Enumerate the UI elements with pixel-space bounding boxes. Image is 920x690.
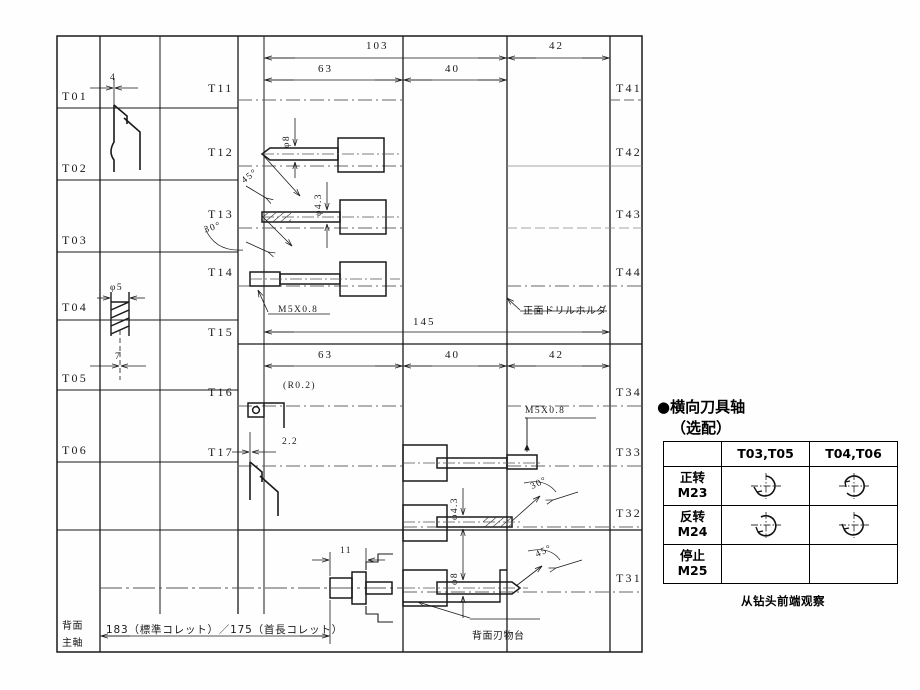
bullet-icon: ● [657,398,671,416]
row-label-stop-m25: 停止 M25 [662,543,723,584]
tool-label-t44: T44 [616,265,642,279]
tool-label-t11: T11 [208,81,234,95]
annotation-thread-m5-top: M5X0.8 [278,305,319,315]
row-label-forward-cn: 正转 [680,470,706,486]
option-table-title-text: 横向刀具轴 [670,398,746,416]
tool-label-t01: T01 [62,89,88,103]
table-row-forward: 正转 M23 [662,465,898,506]
tool-label-t42: T42 [616,145,642,159]
option-table-title: ●横向刀具轴 [657,398,909,417]
tool-label-t15: T15 [208,325,234,339]
dimension-103: 103 [366,40,389,52]
tool-label-t43: T43 [616,207,642,221]
drawing-page: T01 T02 T03 T04 T05 T06 T11 T12 T13 T14 … [0,0,920,690]
annotation-rear-spindle-line1: 背面 [62,621,83,632]
tool-label-t02: T02 [62,161,88,175]
rotation-cw-left-icon [809,465,898,506]
tool-label-t12: T12 [208,145,234,159]
table-header-row: T03,T05 T04,T06 [662,440,898,467]
annotation-phi4-3-top: φ4.3 [314,193,324,216]
table-cell-stop-t03-t05 [721,543,811,584]
row-label-forward-m23: 正转 M23 [662,465,723,506]
tool-label-t05: T05 [62,371,88,385]
option-table-subtitle: （选配） [671,418,732,437]
row-label-stop-code: M25 [677,562,708,578]
annotation-rear-tool-post: 背面刃物台 [472,631,525,642]
annotation-front-drill-holder: 正面ドリルホルダ [523,306,607,317]
tool-label-t16: T16 [208,385,234,399]
dimension-phi5: φ5 [110,283,124,293]
table-column-header-t03-t05: T03,T05 [721,440,811,467]
dimension-2-2: 2.2 [282,437,299,447]
row-label-forward-code: M23 [677,484,708,500]
row-label-reverse-m24: 反转 M24 [662,504,723,545]
dimension-11: 11 [340,546,352,556]
dimension-40-bot: 40 [445,349,460,361]
dimension-42-bot: 42 [549,349,564,361]
dimension-145: 145 [413,316,436,328]
table-column-header-t04-t06: T04,T06 [809,440,898,467]
radius-r0-2: (R0.2) [283,381,316,391]
tool-label-t03: T03 [62,233,88,247]
tool-label-t32: T32 [616,506,642,520]
dimension-7: 7 [115,352,122,362]
tool-label-t33: T33 [616,445,642,459]
annotation-rear-spindle-line2: 主軸 [62,638,83,649]
table-row-stop: 停止 M25 [662,543,898,584]
annotation-phi4-3-bot: φ4.3 [450,497,460,520]
tool-label-t14: T14 [208,265,234,279]
row-label-reverse-cn: 反转 [680,509,706,525]
tool-label-t06: T06 [62,443,88,457]
table-corner-cell [662,440,723,467]
tool-label-t34: T34 [616,385,642,399]
dimension-40-top: 40 [445,63,460,75]
option-table-panel: ●横向刀具轴 （选配） T03,T05 T04,T06 正转 M23 反转 M2… [657,398,909,609]
tool-label-t04: T04 [62,300,88,314]
dimension-63-top: 63 [318,63,333,75]
annotation-phi8-top: φ8 [282,134,292,148]
dimension-4: 4 [110,73,117,83]
tool-label-t31: T31 [616,571,642,585]
tool-label-t13: T13 [208,207,234,221]
dimension-63-bot: 63 [318,349,333,361]
rotation-ccw-alt-icon [809,504,898,545]
annotation-collet-note: 183（標準コレット）／175（首長コレット） [106,624,343,636]
table-cell-stop-t04-t06 [809,543,898,584]
option-table-caption: 从钻头前端观察 [741,593,825,608]
tool-label-t17: T17 [208,445,234,459]
rotation-direction-table: T03,T05 T04,T06 正转 M23 反转 M24 停止 M25 [662,440,898,584]
rotation-cw-small-icon [721,504,811,545]
tool-label-t41: T41 [616,81,642,95]
row-label-reverse-code: M24 [677,523,708,539]
annotation-thread-m5-bot: M5X0.8 [525,406,566,416]
row-label-stop-cn: 停止 [680,548,706,564]
annotation-phi8-bot: φ8 [450,571,460,585]
rotation-ccw-icon [721,465,811,506]
dimension-42-top: 42 [549,40,564,52]
table-row-reverse: 反转 M24 [662,504,898,545]
